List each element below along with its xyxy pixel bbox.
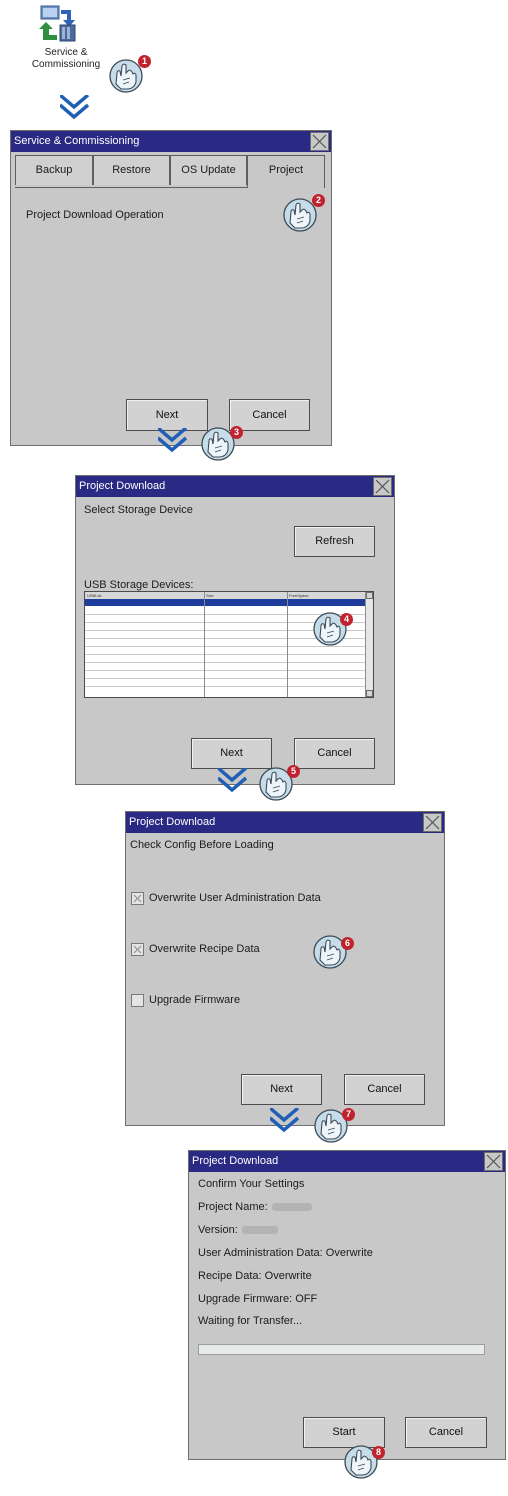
tap-hand-step-8: 8 (343, 1440, 389, 1486)
column-header-freespace: FreeSpace (289, 593, 309, 598)
step-badge-5: 5 (287, 765, 300, 778)
dialog-project-download-config: Project Download Check Config Before Loa… (125, 811, 445, 1126)
table-row[interactable] (85, 670, 366, 671)
waiting-status: Waiting for Transfer... (198, 1315, 303, 1327)
confirm-settings-heading: Confirm Your Settings (198, 1178, 305, 1190)
table-row[interactable] (85, 686, 366, 687)
dialog-title-bar: Service & Commissioning (11, 131, 331, 152)
close-icon (486, 1154, 501, 1169)
tab-project[interactable]: Project (247, 155, 325, 188)
version-row: Version: (198, 1224, 278, 1236)
tap-hand-step-4: 4 (312, 607, 358, 653)
upgrade-firmware-label: Upgrade Firmware (149, 994, 241, 1006)
overwrite-user-admin-checkbox[interactable] (131, 892, 144, 905)
close-button[interactable] (423, 813, 442, 832)
dialog-title: Project Download (79, 480, 166, 492)
project-name-row: Project Name: (198, 1201, 312, 1213)
service-commissioning-icon (39, 5, 76, 42)
next-button[interactable]: Next (241, 1074, 322, 1105)
step-badge-7: 7 (342, 1108, 355, 1121)
dialog-title: Project Download (129, 816, 216, 828)
tap-hand-step-5: 5 (258, 762, 304, 808)
step-badge-6: 6 (341, 937, 354, 950)
tap-hand-step-2: 2 (282, 193, 328, 239)
usb-list-header: USBList Size FreeSpace (85, 592, 366, 599)
tap-hand-step-7: 7 (313, 1104, 359, 1150)
next-button[interactable]: Next (126, 399, 208, 431)
down-arrow-icon (270, 1108, 300, 1132)
launcher-label-line2: Commissioning (31, 59, 101, 70)
close-button[interactable] (310, 132, 329, 151)
step-badge-8: 8 (372, 1446, 385, 1459)
tap-hand-step-6: 6 (312, 930, 358, 976)
checkmark-icon (133, 894, 142, 903)
recipe-setting: Recipe Data: Overwrite (198, 1270, 312, 1282)
dialog-title-bar: Project Download (126, 812, 444, 833)
dialog-title-bar: Project Download (189, 1151, 505, 1172)
firmware-setting: Upgrade Firmware: OFF (198, 1293, 318, 1305)
step-badge-2: 2 (312, 194, 325, 207)
table-row[interactable] (85, 678, 366, 679)
tab-panel-border (15, 187, 247, 188)
version-value-redacted (241, 1226, 278, 1235)
scroll-down-arrow[interactable] (366, 690, 373, 697)
column-divider (287, 592, 288, 697)
overwrite-user-admin-label: Overwrite User Administration Data (149, 892, 321, 904)
column-header-size: Size (206, 593, 214, 598)
upgrade-firmware-checkbox[interactable] (131, 994, 144, 1007)
cancel-button[interactable]: Cancel (344, 1074, 425, 1105)
tab-backup[interactable]: Backup (15, 155, 93, 185)
dialog-project-download-confirm: Project Download Confirm Your Settings P… (188, 1150, 506, 1460)
user-admin-setting: User Administration Data: Overwrite (198, 1247, 373, 1259)
tab-os-update[interactable]: OS Update (170, 155, 247, 185)
usb-devices-label: USB Storage Devices: (84, 579, 194, 591)
service-commissioning-launcher[interactable]: Service & Commissioning (30, 4, 106, 82)
close-button[interactable] (373, 477, 392, 496)
step-badge-3: 3 (230, 426, 243, 439)
refresh-button[interactable]: Refresh (294, 526, 375, 557)
select-storage-heading: Select Storage Device (84, 504, 193, 516)
project-name-label: Project Name: (198, 1201, 268, 1213)
overwrite-recipe-checkbox[interactable] (131, 943, 144, 956)
checkmark-icon (133, 945, 142, 954)
dialog-service-commissioning: Service & Commissioning Backup Restore O… (10, 130, 332, 446)
usb-list-scrollbar[interactable] (365, 592, 373, 697)
project-name-value-redacted (271, 1203, 312, 1212)
cancel-button[interactable]: Cancel (405, 1417, 487, 1448)
dialog-title: Service & Commissioning (14, 135, 140, 147)
table-row[interactable] (85, 662, 366, 663)
step-badge-1: 1 (138, 55, 151, 68)
usb-device-row-selected[interactable] (85, 599, 366, 606)
column-header-usblist: USBList (87, 593, 102, 598)
scroll-up-arrow[interactable] (366, 592, 373, 599)
down-arrow-icon (158, 428, 188, 452)
close-button[interactable] (484, 1152, 503, 1171)
close-icon (375, 479, 390, 494)
project-download-operation-text: Project Download Operation (26, 209, 164, 221)
version-label: Version: (198, 1224, 238, 1236)
table-row[interactable] (85, 654, 366, 655)
overwrite-recipe-label: Overwrite Recipe Data (149, 943, 260, 955)
cancel-button[interactable]: Cancel (294, 738, 375, 769)
tap-hand-step-1: 1 (108, 54, 151, 100)
down-arrow-icon (60, 95, 90, 119)
column-divider (204, 592, 205, 697)
step-badge-4: 4 (340, 613, 353, 626)
launcher-label-line1: Service & (44, 47, 88, 58)
dialog-title: Project Download (192, 1155, 279, 1167)
launcher-label: Service & Commissioning (26, 47, 106, 71)
close-icon (312, 134, 327, 149)
check-config-heading: Check Config Before Loading (130, 839, 274, 851)
dialog-title-bar: Project Download (76, 476, 394, 497)
transfer-progress-bar (198, 1344, 485, 1355)
down-arrow-icon (218, 768, 248, 792)
tap-hand-step-3: 3 (200, 422, 246, 468)
close-icon (425, 815, 440, 830)
tab-restore[interactable]: Restore (93, 155, 170, 185)
